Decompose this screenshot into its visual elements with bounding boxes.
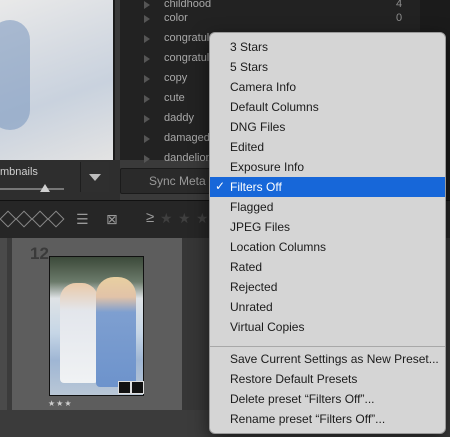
- menu-item-5-stars[interactable]: 5 Stars: [210, 57, 445, 77]
- menu-item-virtual-copies[interactable]: Virtual Copies: [210, 317, 445, 337]
- menu-item-camera-info[interactable]: Camera Info: [210, 77, 445, 97]
- menu-item-label: Restore Default Presets: [230, 372, 358, 386]
- rating-comparator[interactable]: ≥: [146, 209, 154, 226]
- menu-item-label: Filters Off: [230, 180, 282, 194]
- keyword-row[interactable]: color 0: [120, 9, 420, 29]
- menu-item-flagged[interactable]: Flagged: [210, 197, 445, 217]
- menu-item-exposure-info[interactable]: Exposure Info: [210, 157, 445, 177]
- menu-item-dng-files[interactable]: DNG Files: [210, 117, 445, 137]
- menu-item-restore-defaults[interactable]: Restore Default Presets: [210, 369, 445, 389]
- menu-item-label: 5 Stars: [230, 60, 269, 74]
- keyword-name: congratul: [164, 32, 210, 44]
- photo-thumbnail[interactable]: [49, 256, 144, 396]
- sync-button-label: Sync Meta: [149, 174, 206, 188]
- diamond-flag-icon[interactable]: [15, 210, 33, 228]
- menu-item-save-preset[interactable]: Save Current Settings as New Preset...: [210, 349, 445, 369]
- edit-badge-icon[interactable]: [131, 381, 144, 394]
- menu-item-label: Virtual Copies: [230, 320, 305, 334]
- menu-item-rejected[interactable]: Rejected: [210, 277, 445, 297]
- keyword-name: color: [164, 12, 188, 24]
- star-icon[interactable]: ★: [196, 210, 209, 227]
- filter-presets-menu: 3 Stars 5 Stars Camera Info Default Colu…: [209, 32, 446, 434]
- menu-item-unrated[interactable]: Unrated: [210, 297, 445, 317]
- survey-icon[interactable]: ⊠: [106, 211, 122, 227]
- slider-knob[interactable]: [40, 184, 50, 192]
- diamond-flag-icon[interactable]: [47, 210, 65, 228]
- checkmark-icon: ✓: [215, 179, 226, 193]
- menu-item-label: Edited: [230, 140, 265, 154]
- keyword-name: daddy: [164, 112, 194, 124]
- menu-item-label: Exposure Info: [230, 160, 305, 174]
- menu-item-label: JPEG Files: [230, 220, 291, 234]
- sync-metadata-button[interactable]: Sync Meta: [120, 168, 222, 194]
- keyword-name: dandelion: [164, 152, 212, 164]
- disclosure-triangle-icon[interactable]: [144, 1, 150, 9]
- menu-item-3-stars[interactable]: 3 Stars: [210, 37, 445, 57]
- menu-item-label: 3 Stars: [230, 40, 269, 54]
- keyword-name: cute: [164, 92, 185, 104]
- menu-item-rename-preset[interactable]: Rename preset “Filters Off”...: [210, 409, 445, 429]
- person-figure: [60, 283, 98, 383]
- grid-cell[interactable]: [0, 238, 7, 410]
- menu-item-label: Flagged: [230, 200, 274, 214]
- thumbnail-size-slider[interactable]: [0, 188, 64, 190]
- menu-item-label: Rename preset “Filters Off”...: [230, 412, 386, 426]
- menu-item-label: Rated: [230, 260, 263, 274]
- disclosure-triangle-icon[interactable]: [144, 155, 150, 163]
- menu-item-delete-preset[interactable]: Delete preset “Filters Off”...: [210, 389, 445, 409]
- disclosure-triangle-icon[interactable]: [144, 55, 150, 63]
- menu-item-label: Location Columns: [230, 240, 327, 254]
- disclosure-triangle-icon[interactable]: [144, 95, 150, 103]
- menu-separator: [210, 346, 445, 347]
- disclosure-triangle-icon[interactable]: [144, 135, 150, 143]
- disclosure-triangle-icon[interactable]: [144, 115, 150, 123]
- menu-item-edited[interactable]: Edited: [210, 137, 445, 157]
- disclosure-triangle-icon[interactable]: [144, 75, 150, 83]
- thumbnail-rating: ★★★: [48, 399, 73, 408]
- keyword-name: congratul: [164, 52, 210, 64]
- thumbnails-label: mbnails: [0, 166, 38, 178]
- menu-item-rated[interactable]: Rated: [210, 257, 445, 277]
- disclosure-triangle-icon[interactable]: [144, 35, 150, 43]
- menu-item-label: Camera Info: [230, 80, 297, 94]
- star-icon[interactable]: ★: [178, 210, 191, 227]
- menu-item-default-columns[interactable]: Default Columns: [210, 97, 445, 117]
- menu-item-label: DNG Files: [230, 120, 286, 134]
- menu-item-jpeg-files[interactable]: JPEG Files: [210, 217, 445, 237]
- compare-icon[interactable]: ☰: [76, 211, 92, 227]
- star-icon[interactable]: ★: [160, 210, 173, 227]
- menu-item-label: Save Current Settings as New Preset...: [230, 352, 439, 366]
- menu-item-label: Default Columns: [230, 100, 319, 114]
- crop-badge-icon[interactable]: [118, 381, 131, 394]
- menu-item-label: Unrated: [230, 300, 273, 314]
- dropdown-arrow-icon[interactable]: [80, 162, 109, 192]
- menu-item-filters-off[interactable]: ✓ Filters Off: [210, 177, 445, 197]
- menu-item-label: Delete preset “Filters Off”...: [230, 392, 375, 406]
- photo-preview: [0, 0, 115, 160]
- diamond-flag-icon[interactable]: [31, 210, 49, 228]
- menu-item-location-columns[interactable]: Location Columns: [210, 237, 445, 257]
- menu-item-label: Rejected: [230, 280, 278, 294]
- keyword-name: copy: [164, 72, 188, 84]
- keyword-count: 0: [396, 12, 403, 24]
- cell-index: 12: [30, 244, 49, 263]
- keyword-name: damaged: [164, 132, 210, 144]
- disclosure-triangle-icon[interactable]: [144, 15, 150, 23]
- diamond-flag-icon[interactable]: [0, 210, 17, 228]
- person-figure: [96, 277, 136, 387]
